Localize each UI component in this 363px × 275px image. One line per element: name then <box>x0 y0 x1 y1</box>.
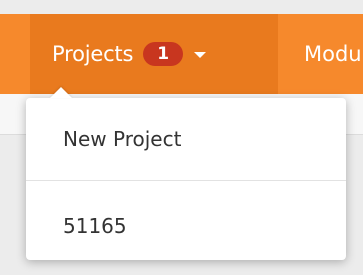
projects-dropdown-menu: New Project 51165 <box>26 87 346 260</box>
dropdown-pointer <box>50 87 72 98</box>
chevron-down-icon <box>194 52 207 58</box>
menu-item-new-project[interactable]: New Project <box>26 98 346 180</box>
nav-projects-label: Projects <box>52 42 134 66</box>
projects-count-badge: 1 <box>143 42 184 66</box>
nav-item-modules[interactable]: Modu <box>304 14 362 94</box>
menu-divider <box>26 180 346 181</box>
menu-item-project-51165[interactable]: 51165 <box>26 191 346 260</box>
nav-projects-dropdown-toggle[interactable]: Projects 1 <box>30 14 278 94</box>
